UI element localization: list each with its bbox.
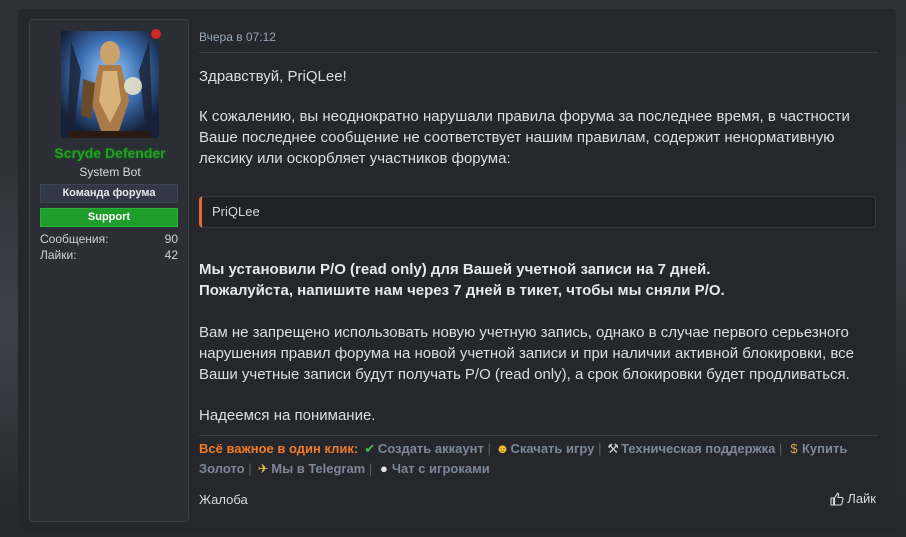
- stat-label: Сообщения:: [40, 232, 109, 246]
- author-username[interactable]: Scryde Defender: [30, 145, 190, 161]
- money-bag-icon: $: [790, 441, 798, 456]
- report-button[interactable]: Жалоба: [199, 492, 248, 507]
- speech-bubble-icon: ●: [379, 461, 388, 476]
- author-sidebar: Scryde Defender System Bot Команда форум…: [29, 19, 189, 522]
- avatar-image: [61, 31, 159, 138]
- separator: |: [368, 461, 373, 476]
- post-timestamp[interactable]: Вчера в 07:12: [199, 30, 276, 44]
- stat-label: Лайки:: [40, 248, 77, 262]
- like-button[interactable]: Лайк: [830, 491, 876, 506]
- post-greeting: Здравствуй, PriQLee!: [199, 68, 347, 85]
- signature-links: Всё важное в один клик: ✔ Создать аккаунт…: [199, 439, 879, 479]
- avatar-wrapper[interactable]: [61, 27, 163, 138]
- like-label: Лайк: [847, 491, 876, 506]
- stat-value: 90: [164, 232, 178, 246]
- post-bold-line-1: Мы установили Р/О (read only) для Вашей …: [199, 261, 711, 278]
- link-create-account[interactable]: Создать аккаунт: [378, 441, 484, 456]
- banner-support: Support: [40, 208, 178, 227]
- wrench-icon: ⚒: [607, 441, 619, 456]
- forum-post: Scryde Defender System Bot Команда форум…: [18, 9, 896, 534]
- separator: |: [778, 441, 783, 456]
- sunglasses-smile-icon: ☻: [495, 441, 510, 456]
- separator: |: [248, 461, 252, 476]
- stat-messages: Сообщения: 90: [40, 232, 178, 246]
- thumbs-up-icon: [830, 492, 844, 506]
- link-telegram[interactable]: Мы в Telegram: [271, 461, 365, 476]
- banner-forum-team: Команда форума: [40, 184, 178, 203]
- post-paragraph-1: К сожалению, вы неоднократно нарушали пр…: [199, 108, 850, 167]
- post-closing: Надеемся на понимание.: [199, 407, 376, 424]
- telegram-icon: ✈: [257, 461, 269, 476]
- post-bold-line-2: Пожалуйста, напишите нам через 7 дней в …: [199, 282, 725, 299]
- quote-block: PriQLee: [199, 196, 876, 228]
- author-user-title: System Bot: [79, 165, 141, 179]
- link-tech-support[interactable]: Техническая поддержка: [621, 441, 775, 456]
- check-icon: ✔: [364, 441, 376, 456]
- link-player-chat[interactable]: Чат с игроками: [392, 461, 490, 476]
- post-paragraph-2: Вам не запрещено использовать новую учет…: [199, 324, 855, 383]
- user-status-icon: [149, 27, 163, 41]
- separator: |: [487, 441, 491, 456]
- avatar[interactable]: [61, 31, 159, 138]
- signature-lead: Всё важное в один клик:: [199, 441, 359, 456]
- link-download-game[interactable]: Скачать игру: [510, 441, 594, 456]
- stat-likes: Лайки: 42: [40, 248, 178, 262]
- stat-value: 42: [164, 248, 178, 262]
- signature-divider: [199, 435, 878, 436]
- header-divider: [199, 52, 878, 53]
- separator: |: [598, 441, 602, 456]
- post-main: Вчера в 07:12 Здравствуй, PriQLee! К сож…: [199, 9, 896, 534]
